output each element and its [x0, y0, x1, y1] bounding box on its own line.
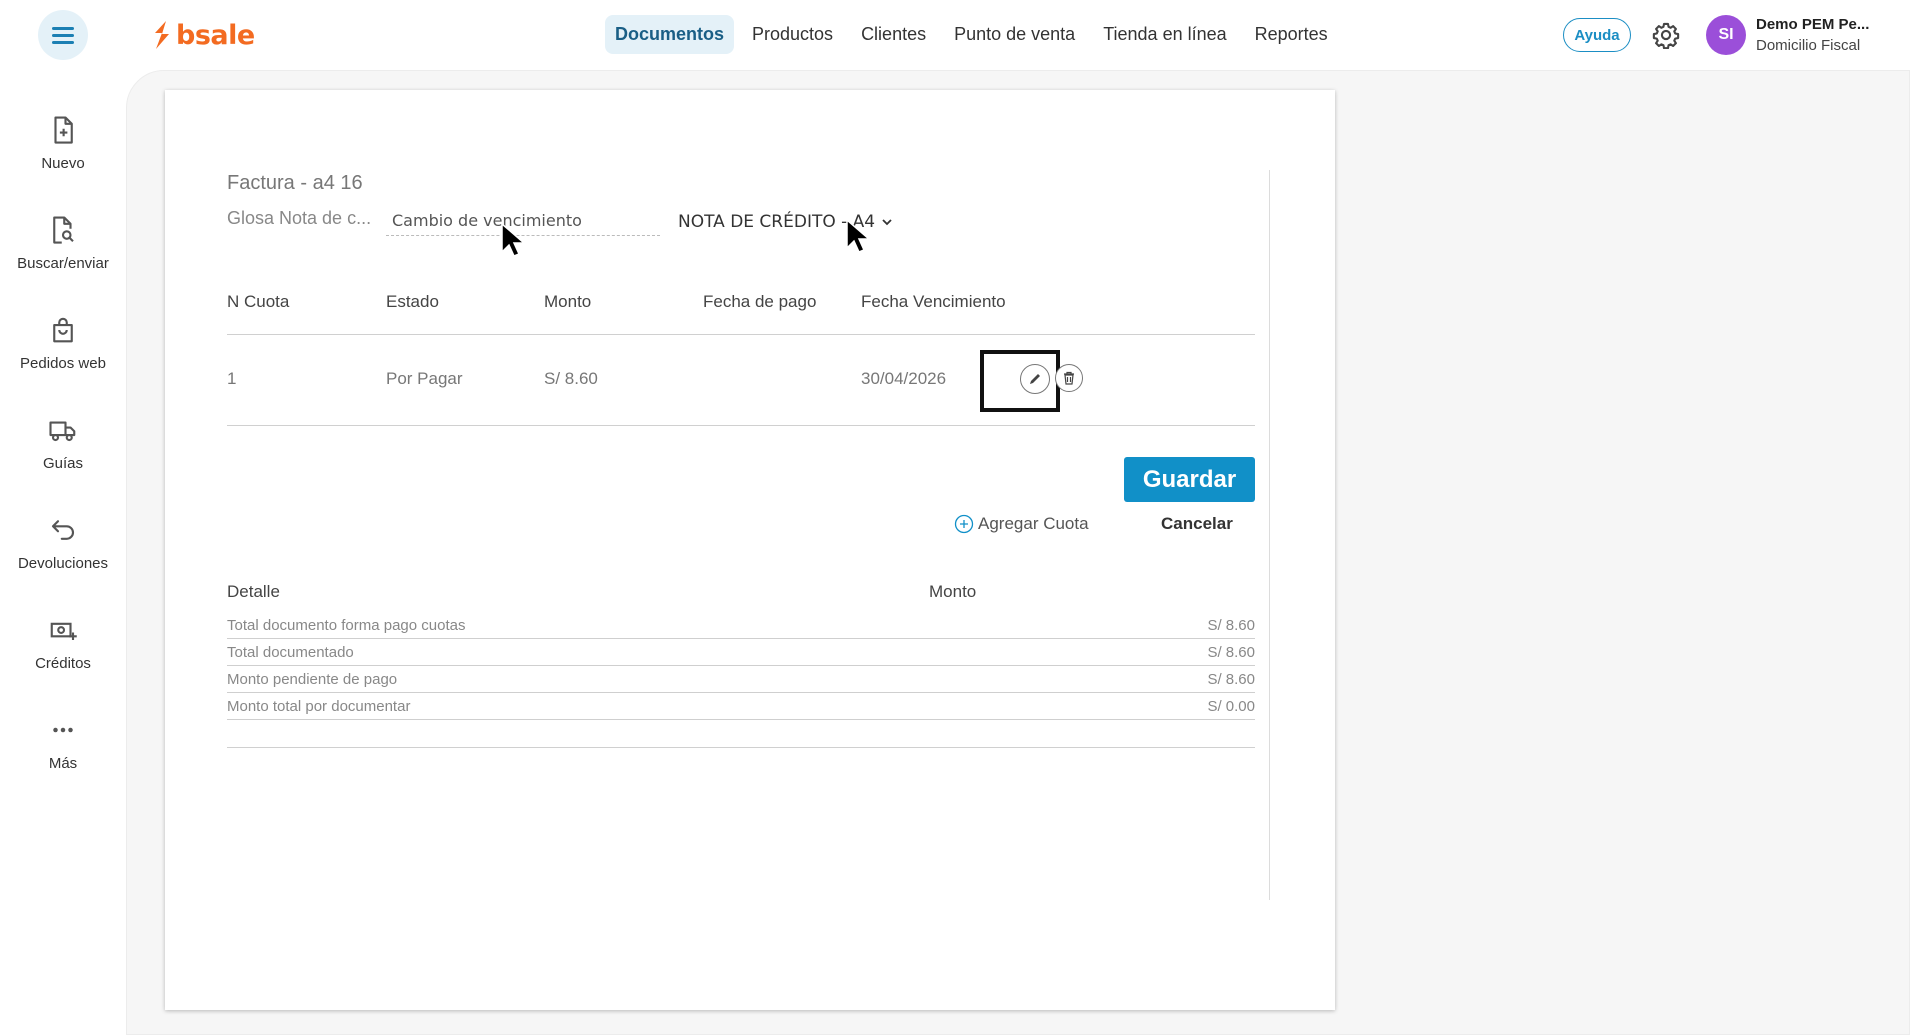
bsale-logo-icon — [155, 21, 169, 49]
bsale-logo[interactable]: bsale — [152, 18, 255, 52]
pencil-icon — [1030, 374, 1040, 384]
col-header-n-cuota: N Cuota — [227, 292, 290, 311]
col-header-fecha-vencimiento: Fecha Vencimiento — [861, 292, 1006, 311]
detail-header: Detalle — [227, 582, 280, 601]
plus-circle-icon — [954, 514, 974, 534]
detail-label: Total documento forma pago cuotas — [227, 617, 466, 634]
sidebar-item-label: Pedidos web — [20, 355, 106, 372]
help-button[interactable]: Ayuda — [1563, 18, 1631, 52]
cell-fecha-vencimiento: 30/04/2026 — [861, 369, 947, 388]
detail-row: Total documento forma pago cuotas S/ 8.6… — [227, 612, 1255, 639]
sidebar-item-buscar-enviar[interactable]: Buscar/enviar — [0, 215, 126, 272]
delete-cuota-button[interactable] — [1055, 364, 1083, 392]
nav-productos[interactable]: Productos — [742, 15, 843, 54]
glosa-input[interactable] — [386, 206, 660, 236]
truck-icon — [49, 421, 76, 442]
gear-icon[interactable] — [1652, 21, 1680, 49]
glosa-label: Glosa Nota de c... — [227, 208, 372, 228]
trash-icon — [1064, 371, 1074, 385]
more-dots-icon — [53, 727, 73, 733]
save-button[interactable]: Guardar — [1124, 457, 1255, 502]
nav-punto-de-venta[interactable]: Punto de venta — [944, 15, 1085, 54]
divider — [1269, 170, 1270, 900]
document-title: Factura - a4 16 — [227, 172, 363, 194]
detail-value: S/ 8.60 — [1207, 644, 1255, 661]
sidebar-item-nuevo[interactable]: Nuevo — [0, 115, 126, 172]
detail-value: S/ 8.60 — [1207, 617, 1255, 634]
sidebar-item-devoluciones[interactable]: Devoluciones — [0, 515, 126, 572]
sidebar-item-mas[interactable]: Más — [0, 715, 126, 772]
sidebar-item-label: Guías — [42, 455, 84, 472]
detail-value: S/ 0.00 — [1207, 698, 1255, 715]
hamburger-menu-button[interactable] — [38, 10, 88, 60]
detail-row: Total documentado S/ 8.60 — [227, 639, 1255, 666]
table-bottom-divider — [227, 425, 1255, 426]
detail-label: Monto total por documentar — [227, 698, 411, 715]
nav-clientes[interactable]: Clientes — [851, 15, 936, 54]
add-cuota-label: Agregar Cuota — [978, 514, 1089, 533]
detail-bottom-divider — [227, 747, 1255, 748]
col-header-monto: Monto — [544, 292, 592, 311]
nav-tienda-en-linea[interactable]: Tienda en línea — [1093, 15, 1236, 54]
sidebar-item-label: Buscar/enviar — [17, 255, 109, 272]
sidebar: Nuevo Buscar/enviar Pedidos web Guías De… — [0, 70, 126, 1035]
col-header-fecha-pago: Fecha de pago — [703, 292, 817, 311]
sidebar-item-label: Créditos — [35, 655, 91, 672]
hamburger-icon — [52, 27, 74, 44]
add-cuota-button[interactable]: Agregar Cuota — [954, 514, 1089, 534]
shopping-bag-icon — [53, 317, 73, 343]
detail-amount-header: Monto — [929, 582, 977, 601]
user-subtitle: Domicilio Fiscal — [1756, 37, 1861, 54]
sidebar-item-guias[interactable]: Guías — [0, 415, 126, 472]
cell-n-cuota: 1 — [227, 369, 237, 388]
main-nav: Documentos Productos Clientes Punto de v… — [605, 15, 1338, 54]
file-search-icon — [53, 216, 74, 244]
detail-value: S/ 8.60 — [1207, 671, 1255, 688]
user-avatar[interactable]: SI — [1706, 15, 1746, 55]
sidebar-item-pedidos-web[interactable]: Pedidos web — [0, 315, 126, 372]
chevron-down-icon — [882, 219, 892, 226]
undo-icon — [51, 520, 75, 540]
detail-label: Total documentado — [227, 644, 354, 661]
cell-monto: S/ 8.60 — [544, 369, 598, 388]
detail-label: Monto pendiente de pago — [227, 671, 398, 688]
sidebar-item-label: Nuevo — [41, 155, 85, 172]
sidebar-item-label: Más — [48, 755, 78, 772]
nota-type-select[interactable]: NOTA DE CRÉDITO - A4 — [678, 212, 893, 232]
detail-row: Monto pendiente de pago S/ 8.60 — [227, 666, 1255, 693]
nav-reportes[interactable]: Reportes — [1245, 15, 1338, 54]
cell-estado: Por Pagar — [386, 369, 463, 388]
nav-documentos[interactable]: Documentos — [605, 15, 735, 54]
money-plus-icon — [50, 622, 77, 640]
sidebar-item-creditos[interactable]: Créditos — [0, 615, 126, 672]
user-name[interactable]: Demo PEM Pe... — [1756, 16, 1869, 33]
file-plus-icon — [54, 116, 73, 144]
detail-row: Monto total por documentar S/ 0.00 — [227, 693, 1255, 720]
col-header-estado: Estado — [386, 292, 439, 311]
nota-type-value: NOTA DE CRÉDITO - A4 — [678, 212, 876, 232]
top-bar: bsale Documentos Productos Clientes Punt… — [0, 0, 1910, 70]
cancel-button[interactable]: Cancelar — [1161, 514, 1233, 534]
edit-cuota-button[interactable] — [1020, 364, 1050, 394]
brand-name: bsale — [176, 19, 255, 51]
table-divider — [227, 334, 1255, 335]
sidebar-item-label: Devoluciones — [17, 555, 109, 572]
